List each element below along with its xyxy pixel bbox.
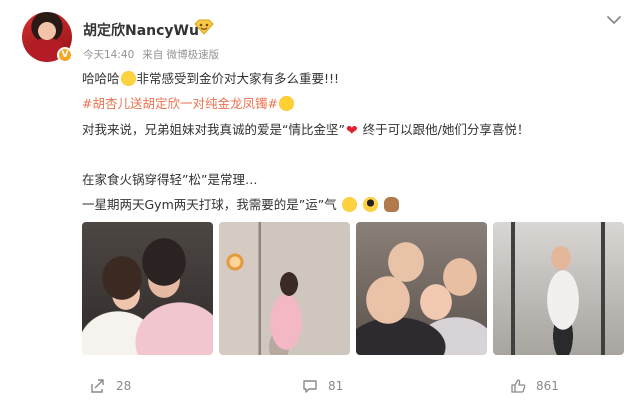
heart-emoji-icon: ❤ <box>345 123 358 139</box>
laughing-emoji-icon <box>278 96 294 111</box>
post-text-line-4: 在家食火锅穿得轻”松”是常理… <box>82 171 257 189</box>
post-photo-1[interactable] <box>82 222 213 355</box>
repost-icon <box>91 379 104 393</box>
post-text-line-1: 哈哈哈 非常感受到金价对大家有多么重要!!! <box>82 70 339 88</box>
post-actions: 28 81 861 <box>0 368 640 402</box>
sibling-love-text: 对我来说，兄弟姐妹对我真诚的爱是“情比金坚” <box>82 122 345 137</box>
photo-grid <box>82 222 624 355</box>
post-text-line-3: 对我来说，兄弟姐妹对我真诚的爱是“情比金坚”❤ 终于可以跟他/她们分享喜悦！ <box>82 121 529 140</box>
author-name[interactable]: 胡定欣NancyWu <box>83 20 199 40</box>
post-timestamp: 今天14:40 <box>83 49 135 61</box>
source-name[interactable]: 微博极速版 <box>167 49 220 61</box>
post-photo-4[interactable] <box>493 222 624 355</box>
avatar[interactable]: V <box>22 12 73 63</box>
thumbs-up-icon <box>511 379 526 393</box>
comment-button[interactable]: 81 <box>302 378 343 394</box>
user-level-icon[interactable] <box>193 18 215 36</box>
repost-count: 28 <box>116 379 132 393</box>
laugh-text: 哈哈哈 <box>82 71 120 86</box>
gym-text: 一星期两天Gym两天打球，我需要的是”运”气 <box>82 197 337 212</box>
post-photo-3[interactable] <box>356 222 487 355</box>
comment-count: 81 <box>328 379 344 393</box>
weibo-post: V 胡定欣NancyWu 今天14:40 来自 微博极速版 哈哈哈 非常感受到金价… <box>0 0 640 402</box>
hashtag-link[interactable]: #胡杏儿送胡定欣一对纯金龙凤镯# <box>82 96 278 111</box>
sunglasses-emoji-icon <box>362 197 378 212</box>
hand-emoji-icon <box>383 197 399 212</box>
post-text-line-2: #胡杏儿送胡定欣一对纯金龙凤镯# <box>82 95 295 113</box>
repost-button[interactable]: 28 <box>90 378 131 394</box>
laughing-emoji-icon <box>120 71 136 86</box>
post-source: 来自 微博极速版 <box>142 47 219 62</box>
gold-price-text: 非常感受到金价对大家有多么重要!!! <box>136 71 340 86</box>
source-prefix: 来自 <box>142 49 164 61</box>
comment-icon <box>303 380 317 393</box>
share-joy-text: 终于可以跟他/她们分享喜悦！ <box>362 122 530 137</box>
hotpot-text: 在家食火锅穿得轻”松”是常理… <box>82 172 258 187</box>
post-photo-2[interactable] <box>219 222 350 355</box>
chevron-down-icon[interactable] <box>606 14 622 26</box>
grinning-emoji-icon <box>341 197 357 212</box>
like-count: 861 <box>536 379 559 393</box>
vip-badge-icon: V <box>57 47 73 63</box>
post-text-line-5: 一星期两天Gym两天打球，我需要的是”运”气 <box>82 196 400 214</box>
post-meta: 今天14:40 来自 微博极速版 <box>83 47 219 62</box>
like-button[interactable]: 861 <box>510 378 559 394</box>
